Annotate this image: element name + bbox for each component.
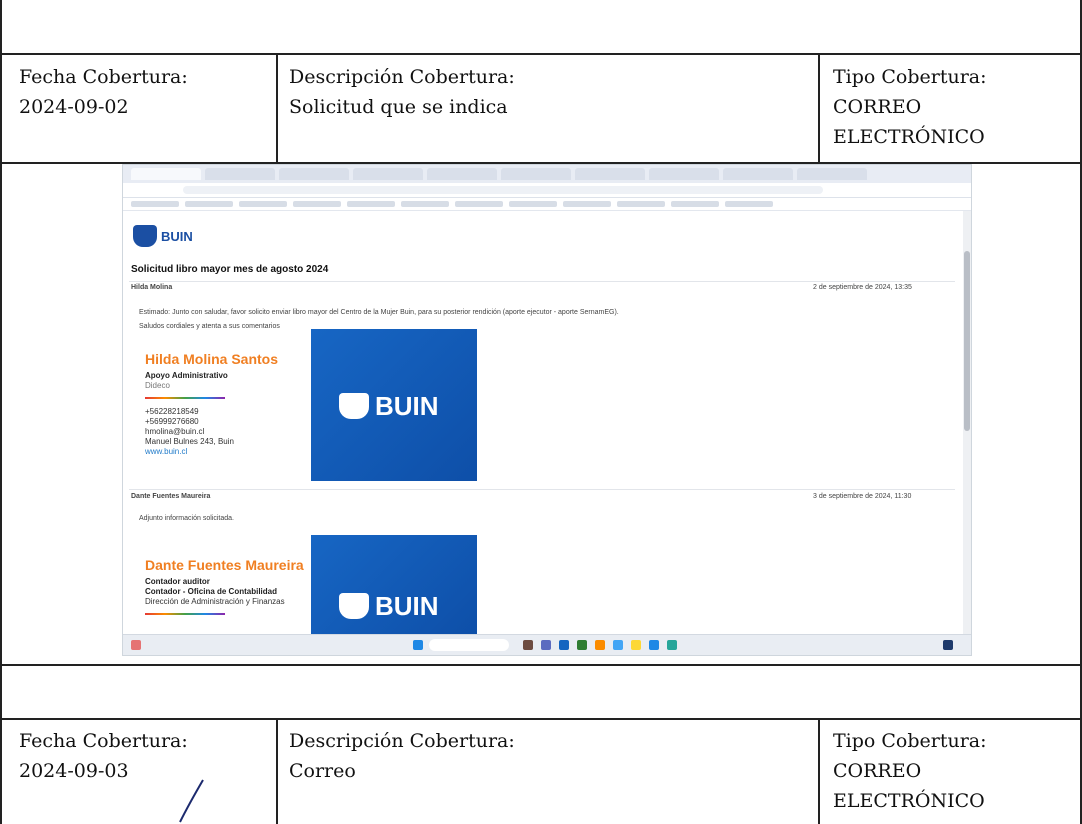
signature-dept: Dirección de Administración y Finanzas <box>145 597 285 606</box>
signature-divider <box>145 397 225 399</box>
address-bar <box>123 183 971 198</box>
banner-logo-text: BUIN <box>375 591 439 621</box>
col-line <box>276 719 278 824</box>
buin-shield-icon <box>339 593 369 619</box>
app-icon <box>541 640 551 650</box>
app-icon <box>649 640 659 650</box>
browser-tab <box>649 168 719 180</box>
col-line <box>818 719 820 824</box>
signature-role: Contador - Oficina de Contabilidad <box>145 587 277 596</box>
bookmark <box>617 201 665 207</box>
browser-tab <box>723 168 793 180</box>
app-icon <box>631 640 641 650</box>
email-subject: Solicitud libro mayor mes de agosto 2024 <box>131 264 329 275</box>
browser-tab <box>353 168 423 180</box>
signature-divider <box>145 613 225 615</box>
buin-shield-icon <box>339 393 369 419</box>
bookmark <box>509 201 557 207</box>
signature-phone: +56228218549 <box>145 407 199 416</box>
bookmark <box>293 201 341 207</box>
weather-icon <box>131 640 141 650</box>
row-line <box>0 718 1082 720</box>
fecha-value: 2024-09-03 <box>19 760 129 782</box>
bookmark <box>725 201 773 207</box>
row-line <box>0 53 1082 55</box>
bookmark <box>455 201 503 207</box>
descripcion-value: Correo <box>289 760 356 782</box>
buin-banner: BUIN <box>311 329 477 481</box>
url-field <box>183 186 823 194</box>
signature-name: Hilda Molina Santos <box>145 351 279 367</box>
buin-logo-text: BUIN <box>161 229 193 244</box>
row-line <box>0 664 1082 666</box>
tipo-label: Tipo Cobertura: <box>833 730 987 752</box>
email-screenshot: BUIN Solicitud libro mayor mes de agosto… <box>122 164 972 656</box>
scrollbar-thumb <box>964 251 970 431</box>
message-closing: Saludos cordiales y atenta a sus comenta… <box>139 323 280 330</box>
taskbar <box>123 634 971 655</box>
descripcion-label: Descripción Cobertura: <box>289 66 515 88</box>
bookmark <box>563 201 611 207</box>
tipo-value-line2: ELECTRÓNICO <box>833 790 985 812</box>
bookmark <box>239 201 287 207</box>
system-tray-icon <box>943 640 953 650</box>
fecha-value: 2024-09-02 <box>19 96 129 118</box>
message-date: 3 de septiembre de 2024, 11:30 <box>813 493 912 500</box>
browser-tab <box>131 168 201 180</box>
divider <box>129 489 955 490</box>
tipo-label: Tipo Cobertura: <box>833 66 987 88</box>
browser-tab-bar <box>123 165 971 183</box>
taskbar-search <box>429 639 509 651</box>
message-date: 2 de septiembre de 2024, 13:35 <box>813 284 912 291</box>
browser-tab <box>797 168 867 180</box>
signature-dept: Dideco <box>145 381 170 390</box>
signature-name: Dante Fuentes Maureira <box>145 557 304 573</box>
signature-phone: +56999276680 <box>145 417 199 426</box>
tipo-value-line1: CORREO <box>833 760 922 782</box>
descripcion-label: Descripción Cobertura: <box>289 730 515 752</box>
sender-name: Dante Fuentes Maureira <box>131 493 211 500</box>
signature-role: Contador auditor <box>145 577 210 586</box>
browser-tab <box>427 168 497 180</box>
app-icon <box>595 640 605 650</box>
message-body: Adjunto información solicitada. <box>139 515 234 522</box>
signature-address: Manuel Bulnes 243, Buin <box>145 437 234 446</box>
descripcion-value: Solicitud que se indica <box>289 96 508 118</box>
app-icon <box>613 640 623 650</box>
browser-tab <box>575 168 645 180</box>
tipo-value-line1: CORREO <box>833 96 922 118</box>
app-icon <box>577 640 587 650</box>
start-icon <box>413 640 423 650</box>
sender-name: Hilda Molina <box>131 284 173 291</box>
bookmarks-bar <box>123 198 971 211</box>
signature-website: www.buin.cl <box>145 447 188 456</box>
buin-logo-icon <box>133 225 157 247</box>
bookmark <box>131 201 179 207</box>
browser-tab <box>501 168 571 180</box>
app-icon <box>523 640 533 650</box>
table-border-left <box>0 0 2 824</box>
fecha-label: Fecha Cobertura: <box>19 730 188 752</box>
banner-logo-text: BUIN <box>375 391 439 421</box>
signature-role: Apoyo Administrativo <box>145 371 228 380</box>
message-body: Estimado: Junto con saludar, favor solic… <box>139 309 619 316</box>
bookmark <box>185 201 233 207</box>
mail-body: BUIN Solicitud libro mayor mes de agosto… <box>123 211 963 635</box>
browser-tab <box>279 168 349 180</box>
app-icon <box>667 640 677 650</box>
bookmark <box>401 201 449 207</box>
scrollbar <box>963 211 971 635</box>
bookmark <box>671 201 719 207</box>
buin-banner: BUIN <box>311 535 477 635</box>
pen-stroke-mark <box>179 779 204 823</box>
col-line <box>818 54 820 163</box>
signature-email: hmolina@buin.cl <box>145 427 205 436</box>
app-icon <box>559 640 569 650</box>
bookmark <box>347 201 395 207</box>
browser-tab <box>205 168 275 180</box>
tipo-value-line2: ELECTRÓNICO <box>833 126 985 148</box>
divider <box>129 281 955 282</box>
fecha-label: Fecha Cobertura: <box>19 66 188 88</box>
col-line <box>276 54 278 163</box>
